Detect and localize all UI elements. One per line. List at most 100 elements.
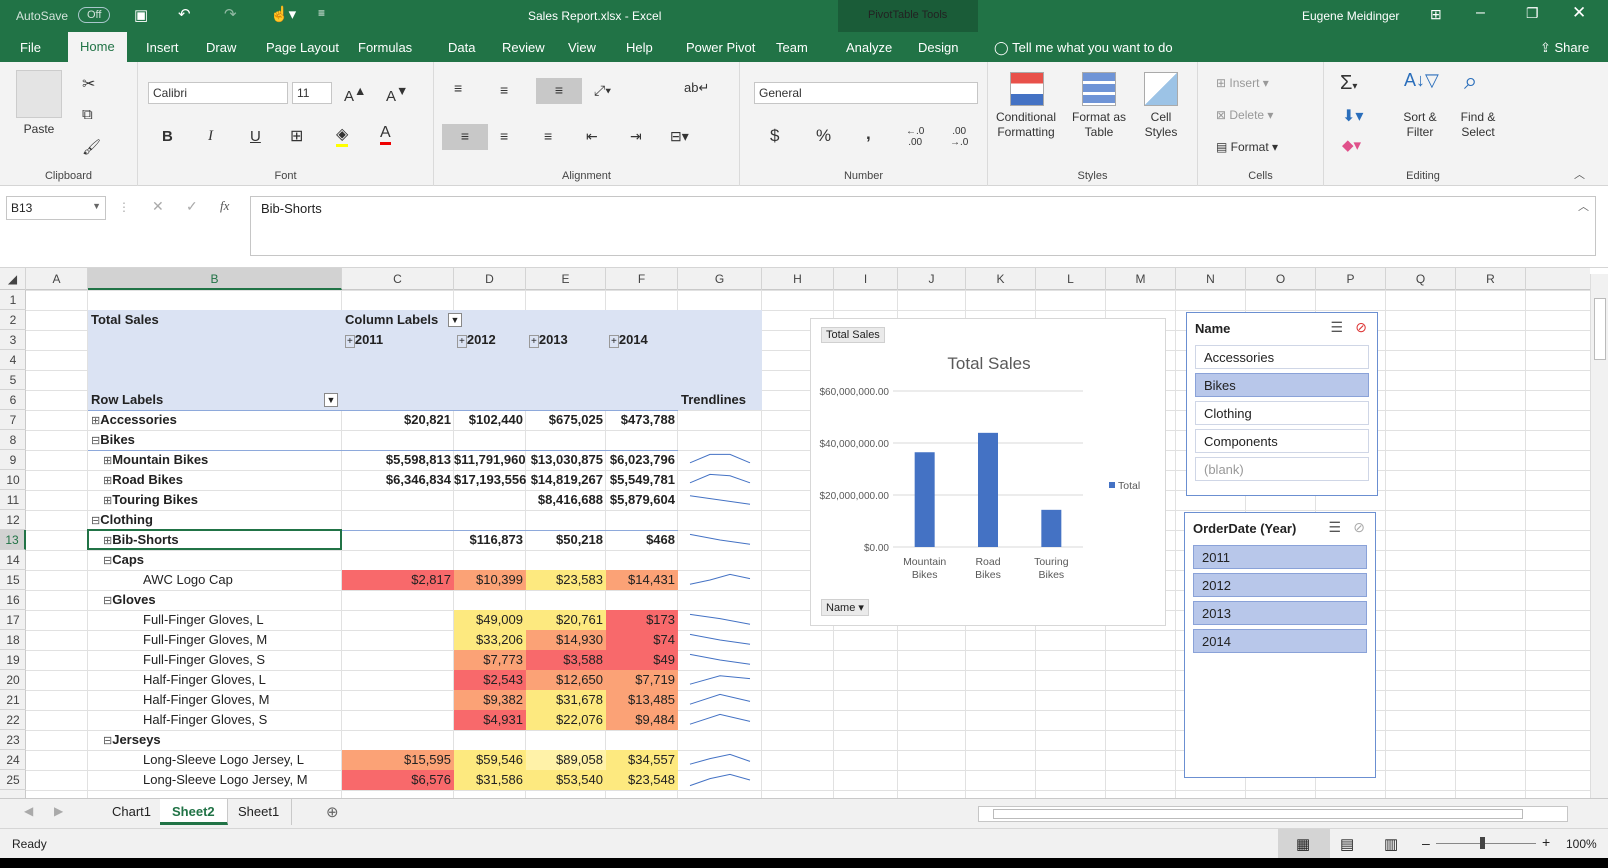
pivot-value-cell[interactable]: $5,549,781 [606, 470, 678, 490]
pivot-row-label[interactable]: ⊞Mountain Bikes [103, 450, 208, 470]
row-header-13[interactable]: 13 [0, 530, 26, 550]
bold-button[interactable]: B [162, 128, 173, 145]
column-header-B[interactable]: B [88, 268, 342, 290]
pivot-row-label[interactable]: Long-Sleeve Logo Jersey, M [143, 770, 308, 790]
column-header-Q[interactable]: Q [1386, 268, 1456, 290]
column-header-G[interactable]: G [678, 268, 762, 290]
row-header-15[interactable]: 15 [0, 570, 26, 590]
align-left-icon[interactable]: ≡ [442, 124, 488, 150]
decrease-decimal-icon[interactable]: .00 →.0 [950, 126, 968, 148]
pivot-row-label[interactable]: ⊞Accessories [91, 410, 177, 430]
pivot-value-cell[interactable]: $10,399 [454, 570, 526, 590]
row-header-24[interactable]: 24 [0, 750, 26, 770]
sheet-tab-sheet2[interactable]: Sheet2 [160, 799, 228, 825]
pivot-value-cell[interactable]: $23,548 [606, 770, 678, 790]
font-color-icon[interactable]: A [380, 124, 391, 145]
tab-help[interactable]: Help [626, 40, 653, 55]
merge-center-icon[interactable]: ⊟▾ [670, 128, 689, 145]
borders-icon[interactable]: ⊞ [290, 126, 303, 146]
row-header-4[interactable]: 4 [0, 350, 26, 370]
redo-icon[interactable]: ↷ [224, 5, 237, 23]
pivot-value-cell[interactable]: $34,557 [606, 750, 678, 770]
pivot-value-cell[interactable]: $20,821 [342, 410, 454, 430]
orientation-icon[interactable]: ⤢▾ [594, 82, 611, 99]
fill-icon[interactable]: ⬇▾ [1342, 106, 1363, 126]
top-align-icon[interactable]: ≡ [454, 80, 462, 96]
currency-button[interactable]: $ [770, 126, 779, 146]
row-header-3[interactable]: 3 [0, 330, 26, 350]
chart-bar-mountain-bikes[interactable] [914, 452, 935, 547]
chart-bar-touring-bikes[interactable] [1041, 509, 1062, 547]
slicer-item[interactable]: 2013 [1193, 601, 1367, 625]
column-header-A[interactable]: A [26, 268, 88, 290]
row-header-11[interactable]: 11 [0, 490, 26, 510]
delete-cells-button[interactable]: ⊠ Delete ▾ [1216, 108, 1273, 122]
pivot-year-2013[interactable]: +2013 [529, 330, 568, 350]
cell-styles-icon[interactable] [1144, 72, 1178, 106]
pivot-value-cell[interactable]: $2,543 [454, 670, 526, 690]
pivot-year-2014[interactable]: +2014 [609, 330, 648, 350]
row-header-5[interactable]: 5 [0, 370, 26, 390]
normal-view-icon[interactable]: ▦ [1278, 829, 1330, 859]
tab-data[interactable]: Data [448, 40, 475, 55]
pivot-value-cell[interactable]: $53,540 [526, 770, 606, 790]
close-icon[interactable]: ✕ [1572, 3, 1586, 23]
format-as-table-icon[interactable] [1082, 72, 1116, 106]
pivot-value-cell[interactable]: $12,650 [526, 670, 606, 690]
row-header-23[interactable]: 23 [0, 730, 26, 750]
column-header-L[interactable]: L [1036, 268, 1106, 290]
pivot-row-label[interactable]: Long-Sleeve Logo Jersey, L [143, 750, 304, 770]
column-header-J[interactable]: J [898, 268, 966, 290]
autosave-toggle[interactable]: Off [78, 7, 111, 23]
decrease-font-icon[interactable]: A▼ [386, 84, 408, 105]
row-header-25[interactable]: 25 [0, 770, 26, 790]
chart-name-filter-button[interactable]: Name ▾ [821, 599, 869, 616]
pivot-value-cell[interactable]: $173 [606, 610, 678, 630]
column-header-K[interactable]: K [966, 268, 1036, 290]
collapse-ribbon-icon[interactable]: ︿ [1574, 166, 1585, 182]
pivot-value-cell[interactable]: $6,023,796 [606, 450, 678, 470]
row-header-20[interactable]: 20 [0, 670, 26, 690]
column-header-E[interactable]: E [526, 268, 606, 290]
column-header-H[interactable]: H [762, 268, 834, 290]
slicer-item[interactable]: 2014 [1193, 629, 1367, 653]
expand-icon[interactable]: ⊞ [103, 495, 112, 507]
slicer-item[interactable]: Bikes [1195, 373, 1369, 397]
pivot-row-label[interactable]: Full-Finger Gloves, L [143, 610, 264, 630]
clear-filter-icon[interactable]: ⊘ [1353, 519, 1365, 536]
pivot-value-cell[interactable]: $22,076 [526, 710, 606, 730]
collapse-icon[interactable]: ⊟ [103, 555, 112, 567]
name-box[interactable]: B13 ▼ [6, 196, 106, 220]
multi-select-icon[interactable]: ☰ [1330, 319, 1343, 336]
vertical-scrollbar[interactable] [1590, 274, 1608, 798]
pivot-row-label[interactable]: ⊟Bikes [91, 430, 135, 450]
tab-page-layout[interactable]: Page Layout [266, 40, 339, 55]
multi-select-icon[interactable]: ☰ [1328, 519, 1341, 536]
page-break-view-icon[interactable]: ▥ [1384, 835, 1398, 853]
pivot-value-cell[interactable]: $14,819,267 [526, 470, 606, 490]
horizontal-scrollbar[interactable] [978, 806, 1568, 822]
pivot-row-label[interactable]: Full-Finger Gloves, M [143, 630, 267, 650]
chart-legend-swatch[interactable] [1109, 482, 1115, 488]
column-header-F[interactable]: F [606, 268, 678, 290]
slicer-item[interactable]: Components [1195, 429, 1369, 453]
pivot-value-cell[interactable]: $8,416,688 [526, 490, 606, 510]
pivot-value-cell[interactable]: $13,030,875 [526, 450, 606, 470]
pivot-row-label[interactable]: ⊞Road Bikes [103, 470, 183, 490]
comma-button[interactable]: , [866, 124, 871, 144]
slicer-item[interactable]: Accessories [1195, 345, 1369, 369]
collapse-icon[interactable]: ⊟ [91, 435, 100, 447]
decrease-indent-icon[interactable]: ⇤ [586, 128, 598, 145]
pivot-value-cell[interactable]: $5,598,813 [342, 450, 454, 470]
cut-icon[interactable]: ✂ [82, 74, 95, 94]
middle-align-icon[interactable]: ≡ [500, 82, 508, 98]
slicer-item[interactable]: 2012 [1193, 573, 1367, 597]
column-header-N[interactable]: N [1176, 268, 1246, 290]
increase-decimal-icon[interactable]: ←.0.00 [906, 126, 924, 148]
tab-home[interactable]: Home [68, 32, 127, 62]
undo-icon[interactable]: ↶ [178, 5, 191, 23]
align-center-icon[interactable]: ≡ [500, 128, 508, 144]
row-header-16[interactable]: 16 [0, 590, 26, 610]
row-header-17[interactable]: 17 [0, 610, 26, 630]
find-select-icon[interactable]: ⌕ [1464, 68, 1477, 96]
